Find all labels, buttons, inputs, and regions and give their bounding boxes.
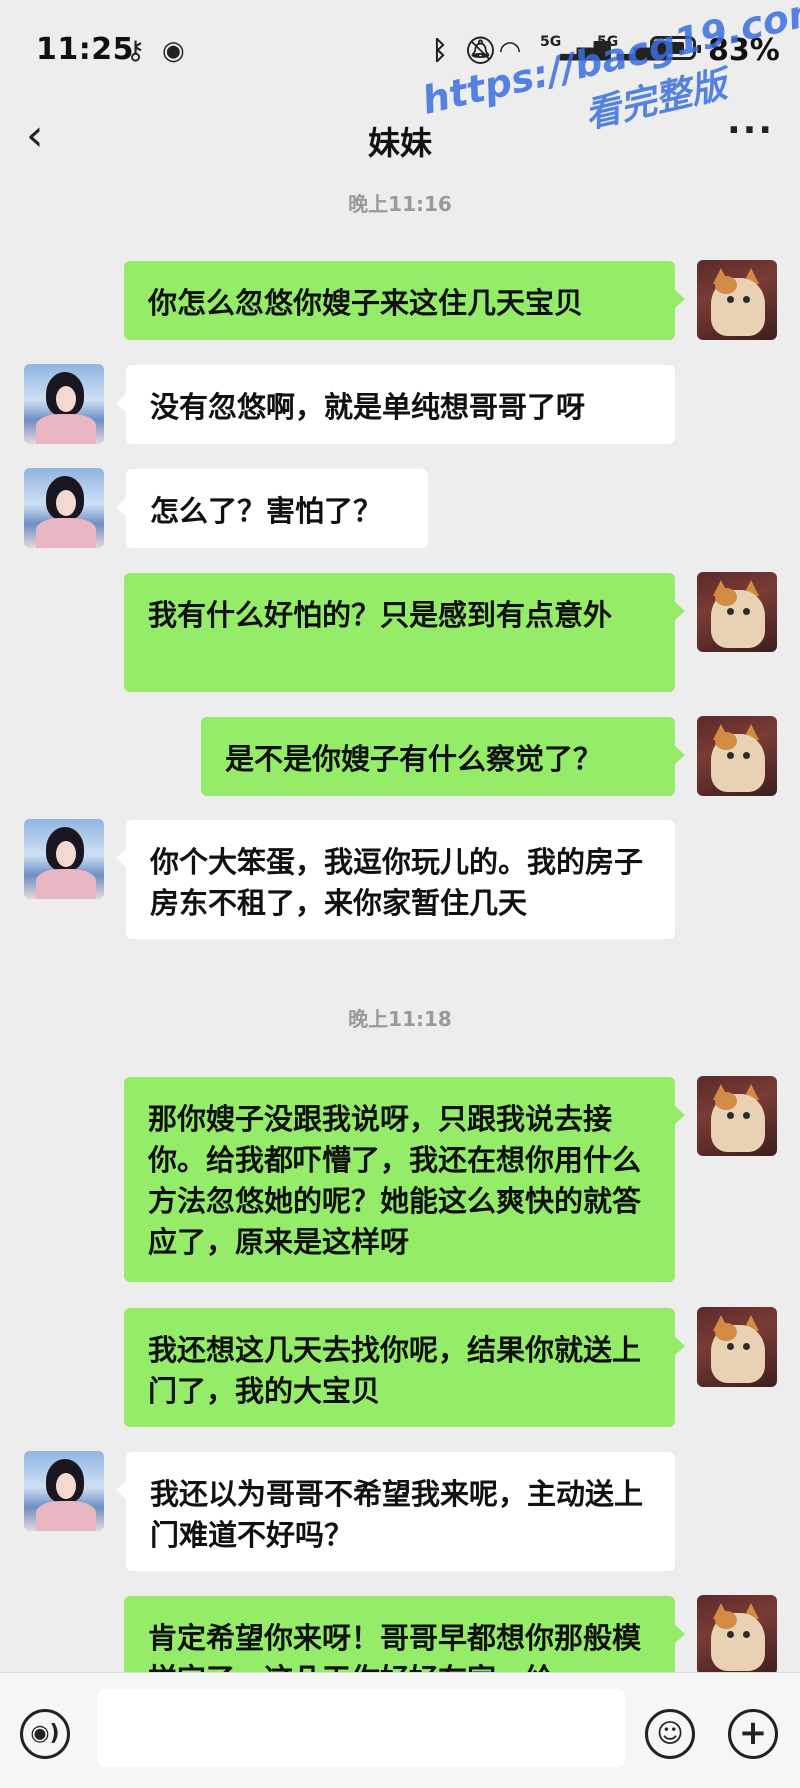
my-avatar[interactable]: [697, 572, 777, 652]
bluetooth-icon: ᛒ: [432, 36, 448, 66]
sister-avatar[interactable]: [24, 364, 104, 444]
sister-avatar[interactable]: [24, 468, 104, 548]
my-avatar[interactable]: [697, 260, 777, 340]
message-bubble-sister[interactable]: 没有忽悠啊，就是单纯想哥哥了呀: [116, 365, 675, 444]
message-bubble-sister[interactable]: 怎么了？害怕了？: [116, 469, 428, 548]
my-avatar[interactable]: [697, 1595, 777, 1675]
more-options-icon[interactable]: ···: [727, 110, 774, 151]
message-bubble-me[interactable]: 是不是你嫂子有什么察觉了？: [201, 717, 685, 796]
message-bubble-me[interactable]: 你怎么忽悠你嫂子来这住几天宝贝: [124, 261, 685, 340]
chat-timestamp-1: 晚上11:16: [348, 192, 452, 216]
chat-timestamp-2: 晚上11:18: [348, 1007, 452, 1031]
emoji-icon[interactable]: ☺: [645, 1709, 695, 1759]
eye-icon: ◉: [162, 36, 185, 66]
my-avatar[interactable]: [697, 1307, 777, 1387]
key-icon: ⚷: [126, 36, 146, 66]
message-bubble-sister[interactable]: 我还以为哥哥不希望我来呢，主动送上门难道不好吗？: [116, 1452, 675, 1571]
my-avatar[interactable]: [697, 1076, 777, 1156]
bell-off-icon: 🔕︎: [464, 36, 498, 66]
message-bubble-me[interactable]: 我有什么好怕的？只是感到有点意外: [124, 573, 685, 692]
my-avatar[interactable]: [697, 716, 777, 796]
message-input[interactable]: [97, 1689, 625, 1767]
sister-avatar[interactable]: [24, 819, 104, 899]
voice-icon[interactable]: ◉): [20, 1709, 70, 1759]
message-bubble-me[interactable]: 我还想这几天去找你呢，结果你就送上门了，我的大宝贝: [124, 1308, 685, 1427]
status-time: 11:25: [36, 32, 134, 67]
plus-icon[interactable]: +: [728, 1709, 778, 1759]
chat-title: 妹妹: [367, 124, 432, 162]
message-input-bar: ◉) ☺ +: [0, 1672, 800, 1788]
sister-avatar[interactable]: [24, 1451, 104, 1531]
message-bubble-sister[interactable]: 你个大笨蛋，我逗你玩儿的。我的房子房东不租了，来你家暂住几天: [116, 820, 675, 939]
message-bubble-me[interactable]: 那你嫂子没跟我说呀，只跟我说去接你。给我都吓懵了，我还在想你用什么方法忽悠她的呢…: [124, 1077, 685, 1282]
